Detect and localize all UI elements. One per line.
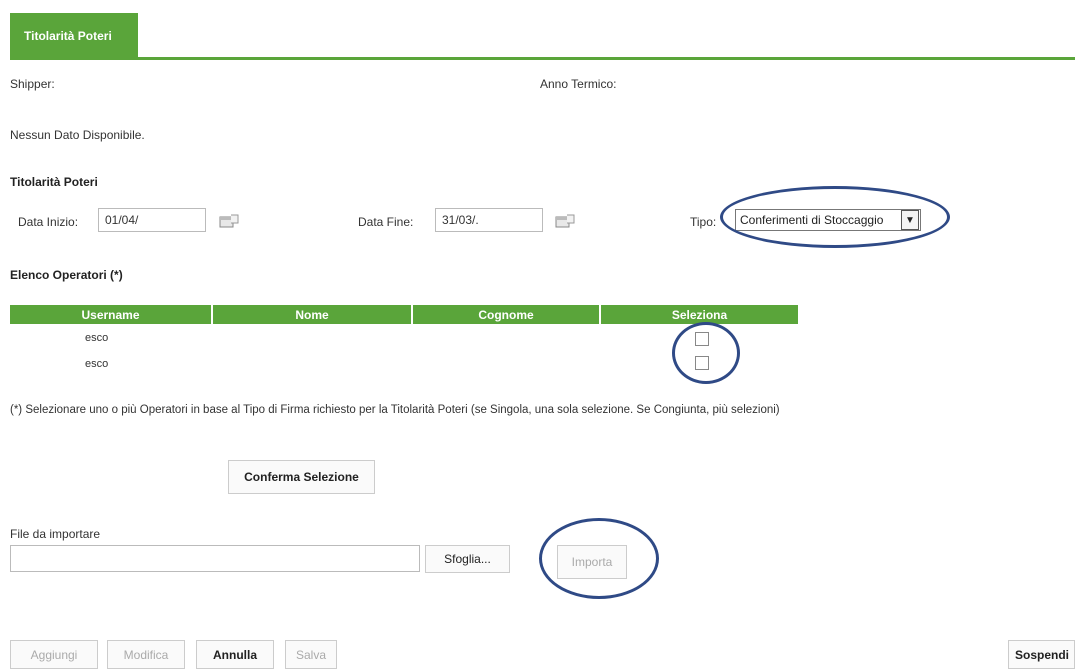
column-header-seleziona: Seleziona — [671, 307, 728, 322]
data-fine-label: Data Fine: — [358, 215, 414, 229]
modifica-button[interactable]: Modifica — [107, 640, 185, 669]
sospendi-button[interactable]: Sospendi — [1008, 640, 1075, 669]
highlight-oval-checkboxes — [672, 322, 740, 384]
tipo-label: Tipo: — [690, 215, 717, 229]
calendar-icon[interactable] — [555, 214, 575, 228]
file-input[interactable] — [10, 545, 420, 572]
annulla-button[interactable]: Annulla — [196, 640, 274, 669]
conferma-selezione-button[interactable]: Conferma Selezione — [228, 460, 375, 494]
section-title: Titolarità Poteri — [10, 175, 98, 189]
highlight-oval-importa — [539, 518, 659, 599]
calendar-icon[interactable] — [219, 214, 239, 228]
column-header-cognome: Cognome — [413, 305, 601, 324]
operators-title: Elenco Operatori (*) — [10, 268, 123, 282]
anno-termico-label: Anno Termico: — [540, 77, 617, 91]
column-header-nome: Nome — [213, 305, 413, 324]
column-header-username: Username — [10, 305, 213, 324]
tab-titolarita-poteri[interactable]: Titolarità Poteri — [10, 13, 138, 58]
data-fine-input[interactable] — [435, 208, 543, 232]
aggiungi-button[interactable]: Aggiungi — [10, 640, 98, 669]
highlight-oval-tipo — [720, 186, 950, 248]
import-label: File da importare — [10, 527, 101, 541]
tab-label: Titolarità Poteri — [24, 28, 112, 43]
username-cell: esco — [85, 332, 109, 344]
no-data-message: Nessun Dato Disponibile. — [10, 128, 145, 142]
username-cell: esco — [85, 358, 109, 370]
salva-button[interactable]: Salva — [285, 640, 337, 669]
data-inizio-label: Data Inizio: — [18, 215, 79, 229]
shipper-label: Shipper: — [10, 77, 55, 91]
data-inizio-input[interactable] — [98, 208, 206, 232]
operators-footnote: (*) Selezionare uno o più Operatori in b… — [10, 404, 780, 416]
sfoglia-button[interactable]: Sfoglia... — [425, 545, 510, 573]
operators-table-header: Username Nome Cognome Seleziona — [10, 305, 798, 324]
tab-divider — [10, 57, 1075, 60]
